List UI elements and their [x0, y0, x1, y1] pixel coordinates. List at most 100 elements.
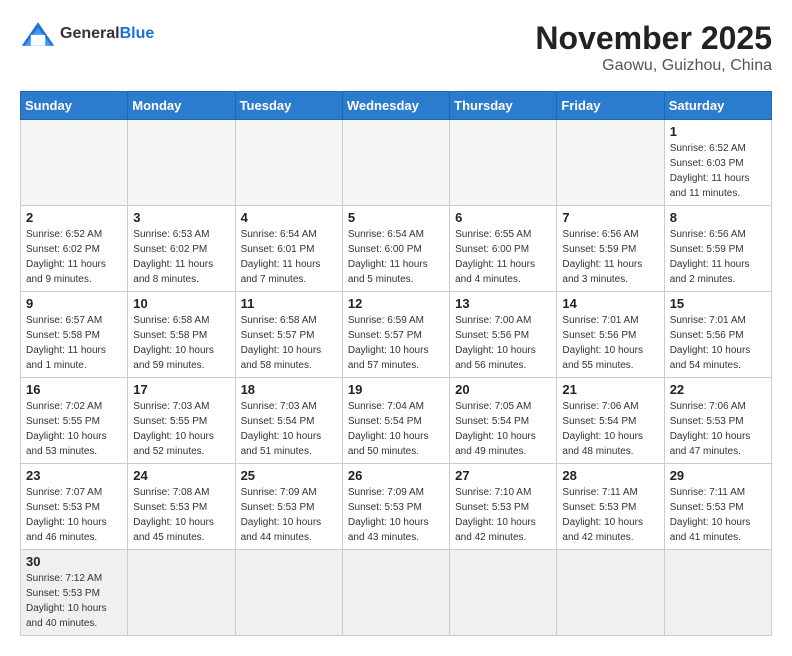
calendar-cell — [128, 550, 235, 636]
calendar-cell — [557, 120, 664, 206]
calendar-cell — [557, 550, 664, 636]
calendar-cell — [342, 120, 449, 206]
calendar-cell: 16 Sunrise: 7:02 AMSunset: 5:55 PMDayligh… — [21, 378, 128, 464]
day-number: 15 — [670, 296, 766, 311]
calendar-cell: 24 Sunrise: 7:08 AMSunset: 5:53 PMDayligh… — [128, 464, 235, 550]
calendar-cell — [128, 120, 235, 206]
week-row-5: 23 Sunrise: 7:07 AMSunset: 5:53 PMDayligh… — [21, 464, 772, 550]
calendar-cell: 30Sunrise: 7:12 AMSunset: 5:53 PMDayligh… — [21, 550, 128, 636]
day-info: Sunrise: 7:08 AMSunset: 5:53 PMDaylight:… — [133, 485, 229, 545]
calendar-cell: 28Sunrise: 7:11 AMSunset: 5:53 PMDayligh… — [557, 464, 664, 550]
logo-icon — [20, 20, 56, 48]
day-number: 13 — [455, 296, 551, 311]
calendar-cell — [664, 550, 771, 636]
day-info: Sunrise: 6:56 AMSunset: 5:59 PMDaylight:… — [562, 227, 658, 287]
calendar-cell: 4 Sunrise: 6:54 AMSunset: 6:01 PMDaylight… — [235, 206, 342, 292]
title-block: November 2025 Gaowu, Guizhou, China — [535, 20, 772, 75]
day-number: 25 — [241, 468, 337, 483]
calendar-cell — [235, 120, 342, 206]
day-info: Sunrise: 6:59 AMSunset: 5:57 PMDaylight:… — [348, 313, 444, 373]
day-info: Sunrise: 6:53 AMSunset: 6:02 PMDaylight:… — [133, 227, 229, 287]
day-info: Sunrise: 6:54 AMSunset: 6:00 PMDaylight:… — [348, 227, 444, 287]
day-info: Sunrise: 7:06 AMSunset: 5:54 PMDaylight:… — [562, 399, 658, 459]
day-number: 24 — [133, 468, 229, 483]
day-number: 26 — [348, 468, 444, 483]
weekday-header-thursday: Thursday — [450, 92, 557, 120]
week-row-1: 1Sunrise: 6:52 AMSunset: 6:03 PMDaylight… — [21, 120, 772, 206]
day-info: Sunrise: 7:05 AMSunset: 5:54 PMDaylight:… — [455, 399, 551, 459]
calendar-table: SundayMondayTuesdayWednesdayThursdayFrid… — [20, 91, 772, 636]
day-number: 19 — [348, 382, 444, 397]
page-header: GeneralBlue November 2025 Gaowu, Guizhou… — [20, 20, 772, 75]
calendar-cell — [342, 550, 449, 636]
calendar-cell: 7 Sunrise: 6:56 AMSunset: 5:59 PMDaylight… — [557, 206, 664, 292]
calendar-cell — [21, 120, 128, 206]
week-row-2: 2 Sunrise: 6:52 AMSunset: 6:02 PMDaylight… — [21, 206, 772, 292]
day-info: Sunrise: 6:52 AMSunset: 6:02 PMDaylight:… — [26, 227, 122, 287]
day-info: Sunrise: 7:03 AMSunset: 5:55 PMDaylight:… — [133, 399, 229, 459]
day-info: Sunrise: 7:11 AMSunset: 5:53 PMDaylight:… — [562, 485, 658, 545]
calendar-cell: 25 Sunrise: 7:09 AMSunset: 5:53 PMDayligh… — [235, 464, 342, 550]
calendar-cell: 21Sunrise: 7:06 AMSunset: 5:54 PMDayligh… — [557, 378, 664, 464]
day-number: 3 — [133, 210, 229, 225]
day-info: Sunrise: 7:06 AMSunset: 5:53 PMDaylight:… — [670, 399, 766, 459]
calendar-cell: 20 Sunrise: 7:05 AMSunset: 5:54 PMDayligh… — [450, 378, 557, 464]
week-row-4: 16 Sunrise: 7:02 AMSunset: 5:55 PMDayligh… — [21, 378, 772, 464]
day-info: Sunrise: 7:11 AMSunset: 5:53 PMDaylight:… — [670, 485, 766, 545]
day-info: Sunrise: 6:58 AMSunset: 5:57 PMDaylight:… — [241, 313, 337, 373]
day-number: 8 — [670, 210, 766, 225]
weekday-header-saturday: Saturday — [664, 92, 771, 120]
calendar-cell: 29 Sunrise: 7:11 AMSunset: 5:53 PMDayligh… — [664, 464, 771, 550]
weekday-header-sunday: Sunday — [21, 92, 128, 120]
calendar-cell — [450, 120, 557, 206]
day-info: Sunrise: 7:01 AMSunset: 5:56 PMDaylight:… — [670, 313, 766, 373]
day-info: Sunrise: 6:54 AMSunset: 6:01 PMDaylight:… — [241, 227, 337, 287]
calendar-cell: 14 Sunrise: 7:01 AMSunset: 5:56 PMDayligh… — [557, 292, 664, 378]
day-number: 7 — [562, 210, 658, 225]
calendar-cell: 5Sunrise: 6:54 AMSunset: 6:00 PMDaylight… — [342, 206, 449, 292]
day-info: Sunrise: 7:10 AMSunset: 5:53 PMDaylight:… — [455, 485, 551, 545]
calendar-cell: 23 Sunrise: 7:07 AMSunset: 5:53 PMDayligh… — [21, 464, 128, 550]
logo: GeneralBlue — [20, 20, 154, 48]
day-info: Sunrise: 7:07 AMSunset: 5:53 PMDaylight:… — [26, 485, 122, 545]
day-number: 4 — [241, 210, 337, 225]
calendar-cell — [450, 550, 557, 636]
day-number: 27 — [455, 468, 551, 483]
day-info: Sunrise: 7:04 AMSunset: 5:54 PMDaylight:… — [348, 399, 444, 459]
day-number: 23 — [26, 468, 122, 483]
day-number: 10 — [133, 296, 229, 311]
day-number: 17 — [133, 382, 229, 397]
day-info: Sunrise: 7:02 AMSunset: 5:55 PMDaylight:… — [26, 399, 122, 459]
day-number: 2 — [26, 210, 122, 225]
day-number: 20 — [455, 382, 551, 397]
calendar-cell: 18 Sunrise: 7:03 AMSunset: 5:54 PMDayligh… — [235, 378, 342, 464]
day-number: 14 — [562, 296, 658, 311]
weekday-header-friday: Friday — [557, 92, 664, 120]
day-info: Sunrise: 7:00 AMSunset: 5:56 PMDaylight:… — [455, 313, 551, 373]
week-row-3: 9 Sunrise: 6:57 AMSunset: 5:58 PMDaylight… — [21, 292, 772, 378]
day-number: 6 — [455, 210, 551, 225]
calendar-cell: 13 Sunrise: 7:00 AMSunset: 5:56 PMDayligh… — [450, 292, 557, 378]
calendar-cell: 15 Sunrise: 7:01 AMSunset: 5:56 PMDayligh… — [664, 292, 771, 378]
day-number: 18 — [241, 382, 337, 397]
weekday-header-tuesday: Tuesday — [235, 92, 342, 120]
calendar-cell: 17 Sunrise: 7:03 AMSunset: 5:55 PMDayligh… — [128, 378, 235, 464]
day-info: Sunrise: 7:09 AMSunset: 5:53 PMDaylight:… — [241, 485, 337, 545]
week-row-6: 30Sunrise: 7:12 AMSunset: 5:53 PMDayligh… — [21, 550, 772, 636]
day-number: 12 — [348, 296, 444, 311]
day-number: 30 — [26, 554, 122, 569]
calendar-cell: 27 Sunrise: 7:10 AMSunset: 5:53 PMDayligh… — [450, 464, 557, 550]
day-number: 16 — [26, 382, 122, 397]
day-number: 22 — [670, 382, 766, 397]
day-info: Sunrise: 6:52 AMSunset: 6:03 PMDaylight:… — [670, 141, 766, 201]
day-info: Sunrise: 7:09 AMSunset: 5:53 PMDaylight:… — [348, 485, 444, 545]
day-info: Sunrise: 6:57 AMSunset: 5:58 PMDaylight:… — [26, 313, 122, 373]
calendar-cell: 12 Sunrise: 6:59 AMSunset: 5:57 PMDayligh… — [342, 292, 449, 378]
calendar-cell: 6Sunrise: 6:55 AMSunset: 6:00 PMDaylight… — [450, 206, 557, 292]
day-info: Sunrise: 7:03 AMSunset: 5:54 PMDaylight:… — [241, 399, 337, 459]
day-info: Sunrise: 7:01 AMSunset: 5:56 PMDaylight:… — [562, 313, 658, 373]
day-number: 29 — [670, 468, 766, 483]
day-number: 9 — [26, 296, 122, 311]
calendar-cell: 19 Sunrise: 7:04 AMSunset: 5:54 PMDayligh… — [342, 378, 449, 464]
calendar-cell: 26 Sunrise: 7:09 AMSunset: 5:53 PMDayligh… — [342, 464, 449, 550]
